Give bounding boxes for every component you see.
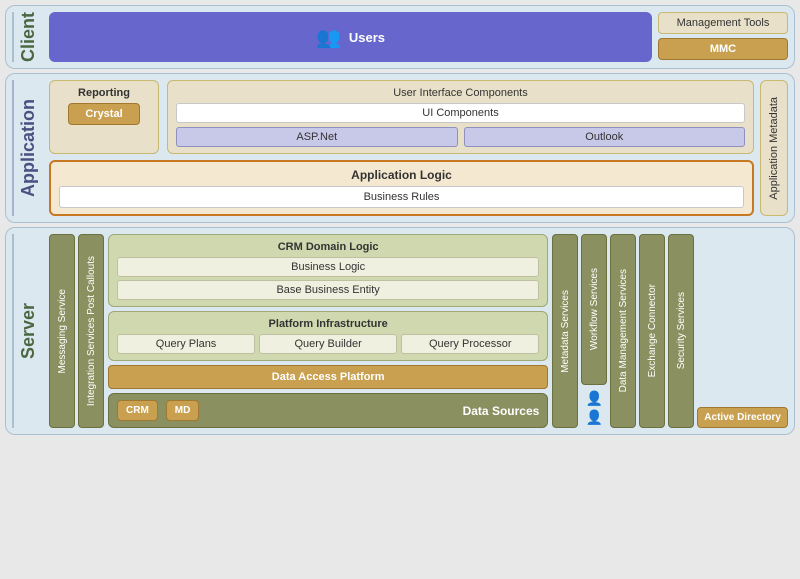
data-sources-label: Data Sources [207,404,539,418]
users-icon: 👥 [316,25,341,50]
data-mgmt-services-bar: Data Management Services [610,234,636,428]
users-label: Users [349,30,385,45]
client-tier: Client 👥 Users Management Tools MMC [5,5,795,69]
ui-components-box: User Interface Components UI Components … [167,80,754,154]
application-tier-label: Application [12,80,43,216]
mmc-box: MMC [658,38,788,60]
security-services-bar: Security Services [668,234,694,428]
crystal-box: Crystal [68,103,139,125]
integration-services-bar: Integration Services Post Callouts [78,234,104,428]
workflow-services-col: Workflow Services 👤 👤 [581,234,607,428]
ui-components-row2: ASP.Net Outlook [176,127,745,147]
workflow-services-bar: Workflow Services [581,234,607,385]
active-directory-box: Active Directory [697,407,788,428]
app-metadata-box: Application Metadata [760,80,788,216]
app-logic-box: Application Logic Business Rules [49,160,754,216]
base-business-entity-item: Base Business Entity [117,280,539,300]
app-top-row: Reporting Crystal User Interface Compone… [49,80,754,154]
ui-components-title: User Interface Components [176,87,745,99]
app-metadata-label: Application Metadata [768,97,780,200]
metadata-services-label: Metadata Services [560,290,571,373]
exchange-connector-label: Exchange Connector [647,284,658,377]
users-box: 👥 Users [49,12,652,62]
workflow-services-label: Workflow Services [589,268,600,350]
server-left-services: Messaging Service Integration Services P… [49,234,104,428]
application-tier: Application Reporting Crystal User Inter… [5,73,795,223]
server-tier: Server Messaging Service Integration Ser… [5,227,795,435]
crm-domain-label: CRM Domain Logic [117,241,539,253]
aspnet-box: ASP.Net [176,127,458,147]
client-tier-label: Client [12,12,43,62]
query-builder-item: Query Builder [259,334,397,354]
app-main: Reporting Crystal User Interface Compone… [49,80,754,216]
metadata-services-bar: Metadata Services [552,234,578,428]
platform-items: Query Plans Query Builder Query Processo… [117,334,539,354]
active-dir-col: Active Directory [697,234,788,428]
md-db-icon: MD [166,400,200,421]
crm-domain-box: CRM Domain Logic Business Logic Base Bus… [108,234,548,307]
ui-components-item: UI Components [176,103,745,123]
workflow-people-icons: 👤 👤 [584,388,605,428]
exchange-connector-bar: Exchange Connector [639,234,665,428]
main-container: Client 👥 Users Management Tools MMC Appl… [5,5,795,435]
person2-icon: 👤 [586,409,603,426]
messaging-service-label: Messaging Service [57,289,68,373]
client-tier-content: 👥 Users Management Tools MMC [49,12,788,62]
server-main: CRM Domain Logic Business Logic Base Bus… [108,234,548,428]
query-processor-item: Query Processor [401,334,539,354]
crm-row: Business Logic Base Business Entity [117,257,539,300]
server-tier-label: Server [12,234,43,428]
outlook-box: Outlook [464,127,746,147]
app-logic-label: Application Logic [59,168,744,182]
integration-services-label: Integration Services Post Callouts [86,256,97,406]
application-tier-content: Reporting Crystal User Interface Compone… [49,80,788,216]
mgmt-tools-label: Management Tools [658,12,788,34]
data-sources-box: CRM MD Data Sources [108,393,548,428]
platform-box: Platform Infrastructure Query Plans Quer… [108,311,548,361]
reporting-label: Reporting [78,87,130,99]
query-plans-item: Query Plans [117,334,255,354]
messaging-service-bar: Messaging Service [49,234,75,428]
business-rules-box: Business Rules [59,186,744,208]
reporting-box: Reporting Crystal [49,80,159,154]
platform-label: Platform Infrastructure [117,318,539,330]
server-right-services: Metadata Services Workflow Services 👤 👤 … [552,234,788,428]
ui-components-row1: UI Components [176,103,745,123]
person1-icon: 👤 [586,390,603,407]
server-tier-content: Messaging Service Integration Services P… [49,234,788,428]
security-services-label: Security Services [676,292,687,369]
management-tools-box: Management Tools MMC [658,12,788,62]
data-mgmt-services-label: Data Management Services [618,269,629,392]
business-logic-item: Business Logic [117,257,539,277]
crm-db-icon: CRM [117,400,158,421]
data-access-box: Data Access Platform [108,365,548,389]
